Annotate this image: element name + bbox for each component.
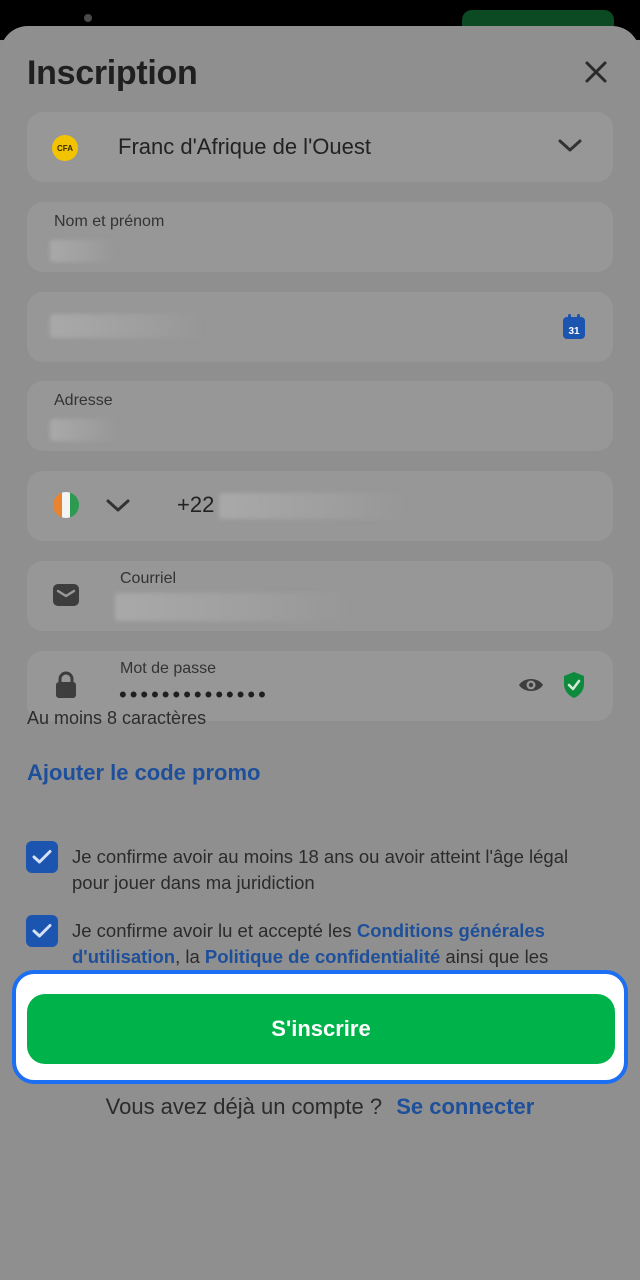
email-label: Courriel xyxy=(120,570,177,587)
shield-check-icon xyxy=(564,672,584,698)
checkmark-icon xyxy=(32,924,52,938)
phone-field[interactable]: +22 xyxy=(27,471,613,541)
address-value xyxy=(50,419,116,441)
phone-number-value xyxy=(219,493,404,519)
full-name-label: Nom et prénom xyxy=(54,213,165,230)
chevron-down-icon xyxy=(558,139,582,152)
envelope-icon xyxy=(53,584,79,606)
login-question: Vous avez déjà un compte ? xyxy=(105,1094,383,1119)
email-value xyxy=(115,593,347,621)
password-value: •••••••••••••• xyxy=(119,682,269,707)
eye-icon[interactable] xyxy=(517,674,545,696)
lock-icon xyxy=(56,671,76,698)
register-button[interactable]: S'inscrire xyxy=(27,994,615,1064)
terms-consent-checkbox[interactable] xyxy=(26,915,58,947)
email-field[interactable]: Courriel xyxy=(27,561,613,631)
calendar-icon[interactable]: 31 xyxy=(562,314,586,340)
camera-dot xyxy=(84,14,92,22)
address-label: Adresse xyxy=(54,392,113,409)
phone-prefix: +22 xyxy=(177,492,215,517)
password-hint: Au moins 8 caractères xyxy=(27,708,207,728)
country-flag-icon[interactable] xyxy=(53,492,79,518)
birth-date-field[interactable]: 31 xyxy=(27,292,613,362)
terms-consent-mid: , la xyxy=(175,946,200,967)
age-consent-text: Je confirme avoir au moins 18 ans ou avo… xyxy=(72,846,569,893)
login-prompt: Vous avez déjà un compte ? Se connecter xyxy=(0,1094,640,1120)
close-icon[interactable] xyxy=(578,54,614,90)
country-chevron-icon[interactable] xyxy=(105,497,131,515)
age-consent-checkbox[interactable] xyxy=(26,841,58,873)
privacy-link[interactable]: Politique de confidentialité xyxy=(205,946,440,967)
svg-text:31: 31 xyxy=(568,326,580,337)
currency-label: Franc d'Afrique de l'Ouest xyxy=(118,134,371,159)
full-name-value xyxy=(50,240,114,262)
full-name-field[interactable]: Nom et prénom xyxy=(27,202,613,272)
birth-date-value xyxy=(50,314,200,338)
currency-select[interactable]: CFA Franc d'Afrique de l'Ouest xyxy=(27,112,613,182)
password-label: Mot de passe xyxy=(120,660,217,677)
address-field[interactable]: Adresse xyxy=(27,381,613,451)
cfa-icon: CFA xyxy=(52,135,78,161)
login-link[interactable]: Se connecter xyxy=(396,1094,534,1119)
page-title: Inscription xyxy=(27,54,198,92)
promo-code-link[interactable]: Ajouter le code promo xyxy=(27,760,260,786)
terms-consent-prefix: Je confirme avoir lu et accepté les xyxy=(72,920,352,941)
checkmark-icon xyxy=(32,850,52,864)
